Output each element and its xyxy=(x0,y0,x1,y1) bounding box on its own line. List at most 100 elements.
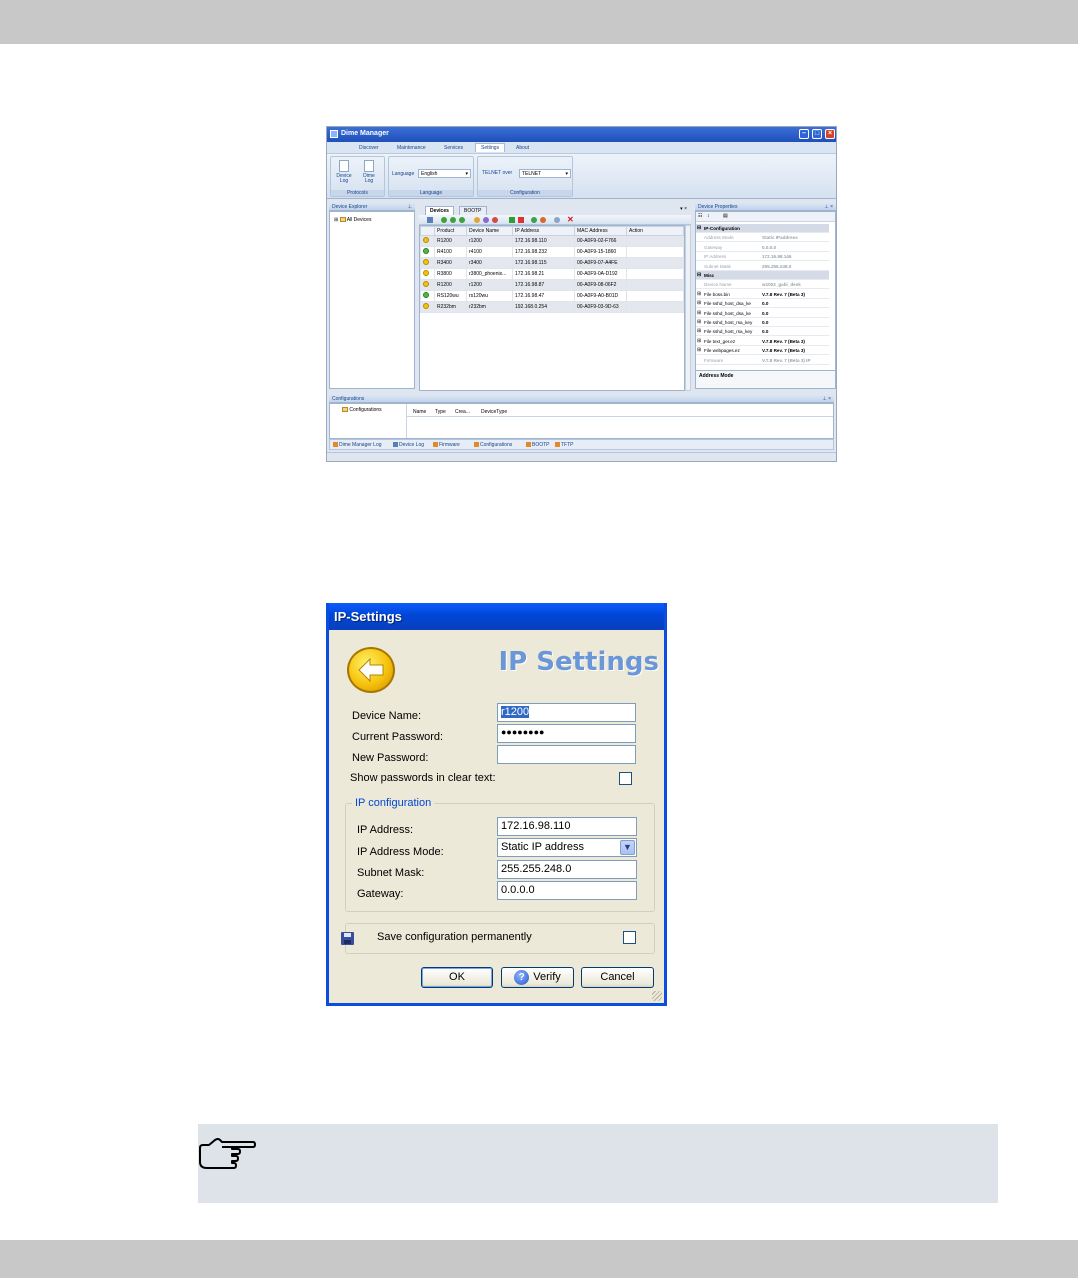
property-row[interactable]: ⊞ File boss.bin V.7.8 Rev. 7 (Beta 3) xyxy=(696,290,829,299)
tab-bootp-log[interactable]: BOOTP xyxy=(526,442,550,448)
menu-discover[interactable]: Discover xyxy=(359,145,378,151)
language-select[interactable]: English ▾ xyxy=(418,169,471,178)
menu-about[interactable]: About xyxy=(516,145,529,151)
back-button[interactable] xyxy=(347,647,395,693)
save-configuration-checkbox[interactable] xyxy=(623,931,636,944)
collapse-icon[interactable]: ⊟ xyxy=(697,225,701,231)
ip-address-input[interactable]: 172.16.98.110 xyxy=(497,817,637,836)
categorized-icon[interactable]: ☷ xyxy=(698,213,702,219)
tool-icon[interactable] xyxy=(492,217,498,223)
tab-configurations[interactable]: Configurations xyxy=(474,442,512,448)
property-row[interactable]: IP Address 172.16.98.146 xyxy=(696,252,829,262)
expand-icon[interactable]: ⊞ xyxy=(697,347,701,353)
tool-icon[interactable] xyxy=(540,217,546,223)
column-header[interactable]: IP Address xyxy=(512,226,575,236)
table-row[interactable]: R232bm r232bm 192.168.0.254 00-A0F9-03-9D-6… xyxy=(420,301,684,313)
tab-device-log[interactable]: Device Log xyxy=(393,442,424,448)
telnet-select[interactable]: TELNET ▾ xyxy=(519,169,571,178)
expand-icon[interactable]: ⊞ xyxy=(334,217,338,223)
close-button[interactable]: × xyxy=(825,129,835,139)
chevron-down-icon[interactable]: ▼ xyxy=(620,840,635,855)
verify-button[interactable]: ? Verify xyxy=(501,967,574,988)
column-header[interactable]: Device Name xyxy=(466,226,513,236)
ip-mode-select[interactable]: Static IP address ▼ xyxy=(497,838,637,857)
arrow-down-icon[interactable] xyxy=(518,217,524,223)
property-row[interactable]: Firmware V.7.8 Rev. 7 (Beta 3) IP xyxy=(696,356,829,365)
discover-icon[interactable] xyxy=(441,217,447,223)
delete-icon[interactable]: ✕ xyxy=(567,215,574,224)
property-row[interactable]: Gateway 0.0.0.0 xyxy=(696,243,829,252)
column-header[interactable]: Crea... xyxy=(455,409,470,415)
column-header[interactable]: Type xyxy=(435,409,446,415)
tab-firmware[interactable]: Firmware xyxy=(433,442,460,448)
maximize-button[interactable]: □ xyxy=(812,129,822,139)
cancel-button[interactable]: Cancel xyxy=(581,967,654,988)
table-row[interactable]: R1200 r1200 172.16.98.87 00-A0F9-08-06F2 xyxy=(420,279,684,291)
table-row[interactable]: R1200 r1200 172.16.98.110 00-A0F9-02-F766 xyxy=(420,235,684,247)
ok-button[interactable]: OK xyxy=(421,967,493,988)
expand-icon[interactable]: ⊞ xyxy=(697,328,701,334)
device-log-button[interactable]: Device Log xyxy=(334,160,354,184)
discover-icon[interactable] xyxy=(450,217,456,223)
property-row[interactable]: ⊞ File sshd_host_dsa_ke 0.0 xyxy=(696,299,829,309)
tool-icon[interactable] xyxy=(483,217,489,223)
tab-dime-manager-log[interactable]: Dime Manager Log xyxy=(333,442,382,448)
column-header[interactable]: Name xyxy=(413,409,426,415)
tool-icon[interactable] xyxy=(474,217,480,223)
resize-grip[interactable] xyxy=(652,991,662,1001)
grid-icon[interactable] xyxy=(427,217,433,223)
device-name-input[interactable]: r1200 xyxy=(497,703,636,722)
tab-bootp[interactable]: BOOTP xyxy=(459,206,487,215)
pin-icon[interactable]: ⊥ xyxy=(408,204,412,210)
grid-scrollbar[interactable] xyxy=(685,225,691,391)
property-row[interactable]: ⊞ File sshd_host_rsa_key 0.0 xyxy=(696,327,829,337)
tree-item-configurations[interactable]: Configurations xyxy=(342,407,382,413)
property-row[interactable]: Device Name w1002_gabi_desk xyxy=(696,280,829,290)
subnet-mask-input[interactable]: 255.255.248.0 xyxy=(497,860,637,879)
property-category[interactable]: ⊟ Misc xyxy=(696,271,829,280)
sort-alpha-icon[interactable]: ↕ xyxy=(707,213,710,219)
sync-icon[interactable] xyxy=(531,217,537,223)
tab-devices[interactable]: Devices xyxy=(425,206,454,215)
pin-icon[interactable]: ⊥ × xyxy=(822,396,831,402)
close-icon[interactable]: ▾ × xyxy=(680,206,687,212)
expand-icon[interactable]: ⊞ xyxy=(697,319,701,325)
expand-icon[interactable]: ⊞ xyxy=(697,338,701,344)
menu-services[interactable]: Services xyxy=(444,145,463,151)
collapse-icon[interactable]: ⊟ xyxy=(697,272,701,278)
column-header[interactable]: DeviceType xyxy=(481,409,507,415)
expand-icon[interactable]: ⊞ xyxy=(697,300,701,306)
table-row[interactable]: R4100 r4100 172.16.98.232 00-A0F9-15-1860 xyxy=(420,246,684,258)
table-row[interactable]: R3800 r3800_phoenix... 172.16.98.21 00-A0F9… xyxy=(420,268,684,280)
gateway-input[interactable]: 0.0.0.0 xyxy=(497,881,637,900)
expand-icon[interactable]: ⊞ xyxy=(697,310,701,316)
pin-icon[interactable]: ⊥ × xyxy=(824,204,833,210)
property-row[interactable]: Subnet Mask 255.255.248.0 xyxy=(696,262,829,271)
arrow-up-icon[interactable] xyxy=(509,217,515,223)
new-password-input[interactable] xyxy=(497,745,636,764)
current-password-input[interactable]: ●●●●●●●● xyxy=(497,724,636,743)
property-row[interactable]: ⊞ File webpages.ez V.7.8 Rev. 7 (Beta 3) xyxy=(696,346,829,356)
menu-maintenance[interactable]: Maintenance xyxy=(397,145,426,151)
column-header[interactable]: MAC Address xyxy=(574,226,627,236)
minimize-button[interactable]: – xyxy=(799,129,809,139)
property-row[interactable]: ⊞ File text_ger.ez V.7.8 Rev. 7 (Beta 3) xyxy=(696,337,829,346)
property-name: File sshd_host_rsa_key xyxy=(704,329,753,335)
show-passwords-checkbox[interactable] xyxy=(619,772,632,785)
column-header[interactable]: Product xyxy=(434,226,467,236)
table-row[interactable]: RS120wu rs120wu 172.16.98.47 00-A0F9-A0-B01… xyxy=(420,290,684,302)
property-pages-icon[interactable]: ▤ xyxy=(723,213,728,219)
dime-log-button[interactable]: Dime Log xyxy=(359,160,379,184)
tab-tftp[interactable]: TFTP xyxy=(555,442,574,448)
tool-icon[interactable] xyxy=(554,217,560,223)
tree-item-all-devices[interactable]: ⊞ All Devices xyxy=(334,217,371,223)
property-row[interactable]: Address Mode Static IPaddress xyxy=(696,233,829,243)
property-row[interactable]: ⊞ File sshd_host_dsa_ke 0.0 xyxy=(696,309,829,318)
menu-settings[interactable]: Settings xyxy=(475,143,506,152)
table-row[interactable]: R3400 r3400 172.16.98.115 00-A0F9-07-A4FE xyxy=(420,257,684,269)
expand-icon[interactable]: ⊞ xyxy=(697,291,701,297)
property-category[interactable]: ⊟ IP-Configuration xyxy=(696,224,829,233)
property-row[interactable]: ⊞ File sshd_host_rsa_key 0.0 xyxy=(696,318,829,327)
column-header[interactable]: Action xyxy=(626,226,684,236)
refresh-icon[interactable] xyxy=(459,217,465,223)
